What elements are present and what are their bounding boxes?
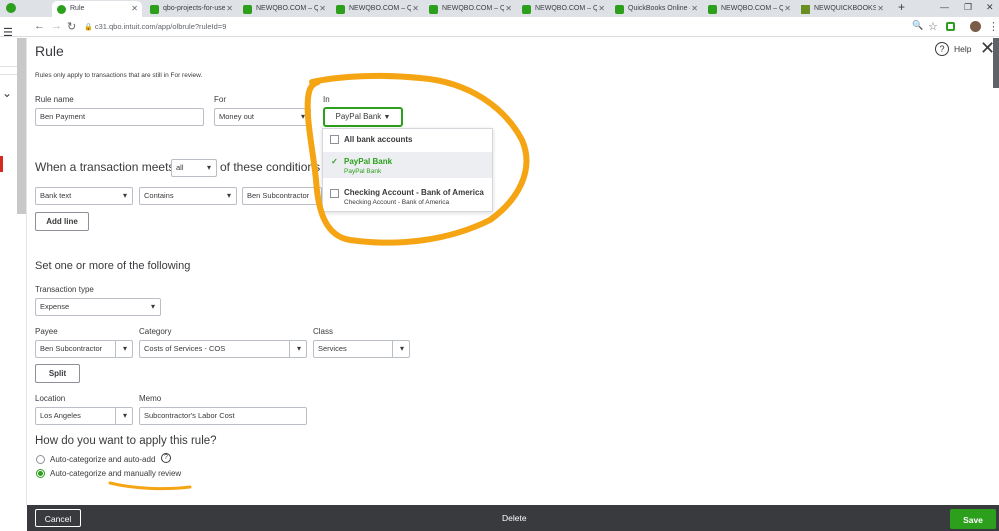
annotation-overlay bbox=[108, 72, 530, 491]
annotation-circle bbox=[304, 72, 530, 246]
save-button[interactable]: Save bbox=[950, 509, 996, 529]
annotation-underline bbox=[108, 481, 192, 491]
cancel-label: Cancel bbox=[44, 514, 72, 524]
rule-footer: Cancel Delete Save bbox=[27, 505, 999, 531]
delete-button[interactable]: Delete bbox=[502, 513, 527, 523]
save-label: Save bbox=[963, 515, 983, 525]
cancel-button[interactable]: Cancel bbox=[35, 509, 81, 527]
